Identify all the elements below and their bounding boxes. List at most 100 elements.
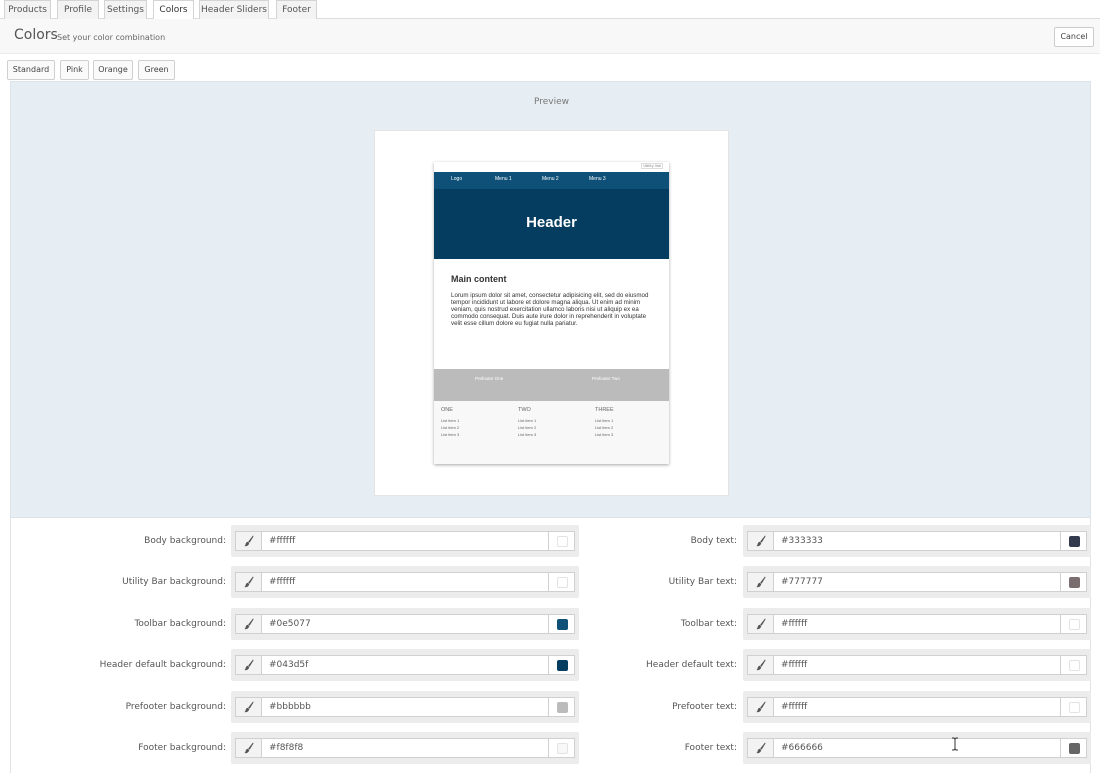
color-swatch-button[interactable] (1061, 572, 1087, 592)
tab-settings[interactable]: Settings (104, 0, 147, 19)
brush-icon (756, 701, 766, 713)
brush-icon (244, 618, 254, 630)
prefooter-background-input[interactable]: #bbbbbb (261, 697, 549, 717)
prefooter-background-field: #bbbbbb (231, 691, 579, 723)
tab-profile[interactable]: Profile (57, 0, 99, 19)
brush-button[interactable] (235, 572, 261, 592)
color-swatch (1069, 536, 1080, 547)
tab-products[interactable]: Products (4, 0, 51, 19)
utility-bar-text-label: Utility Bar text: (668, 577, 737, 587)
page-title: Colors (14, 27, 58, 43)
mock-page: Utility link Logo Menu 1 Menu 2 Menu 3 H… (434, 162, 669, 464)
color-swatch (1069, 702, 1080, 713)
header-default-background-input[interactable]: #043d5f (261, 655, 549, 675)
toolbar-text-field: #ffffff (743, 608, 1091, 640)
brush-button[interactable] (747, 738, 773, 758)
color-swatch (1069, 660, 1080, 671)
color-settings-panel: Body background: #ffffff Body text: #333… (10, 518, 1091, 773)
page-subtitle: Set your color combination (57, 33, 166, 42)
mock-footer-column-title: TWO (518, 407, 531, 413)
mock-footer-list-item: List item 1 (518, 418, 537, 423)
header-default-background-field: #043d5f (231, 649, 579, 681)
mock-footer-column: TWO List item 1 List item 2 List item 3 (518, 407, 588, 438)
mock-main-content: Main content Lorum ipsum dolor sit amet,… (434, 259, 669, 369)
preset-standard-button[interactable]: Standard (7, 60, 55, 80)
header-default-text-input[interactable]: #ffffff (773, 655, 1061, 675)
color-swatch-button[interactable] (1061, 655, 1087, 675)
mock-header-text: Header (526, 214, 577, 231)
utility-bar-background-label: Utility Bar background: (122, 577, 226, 587)
mock-footer-list-item: List item 2 (441, 425, 460, 430)
brush-button[interactable] (747, 531, 773, 551)
toolbar-background-input[interactable]: #0e5077 (261, 614, 549, 634)
tab-footer[interactable]: Footer (276, 0, 317, 19)
mock-header: Header (434, 189, 669, 259)
footer-text-field: #666666 (743, 732, 1091, 764)
utility-bar-background-input[interactable]: #ffffff (261, 572, 549, 592)
header-default-text-field: #ffffff (743, 649, 1091, 681)
utility-bar-text-input[interactable]: #777777 (773, 572, 1061, 592)
preview-label: Preview (533, 97, 570, 107)
brush-button[interactable] (747, 614, 773, 634)
mock-prefooter-two: Prefooter Two (592, 376, 620, 381)
preset-orange-button[interactable]: Orange (93, 60, 133, 80)
color-swatch-button[interactable] (1061, 697, 1087, 717)
brush-icon (244, 659, 254, 671)
footer-background-label: Footer background: (138, 743, 226, 753)
mock-logo: Logo (451, 176, 463, 182)
body-text-field: #333333 (743, 525, 1091, 557)
prefooter-background-label: Prefooter background: (125, 702, 226, 712)
mock-footer-column-title: ONE (441, 407, 453, 413)
mock-footer-list-item: List item 3 (595, 432, 614, 437)
page-header: Colors Set your color combination Cancel (0, 19, 1100, 54)
brush-button[interactable] (235, 697, 261, 717)
brush-button[interactable] (235, 738, 261, 758)
color-swatch-button[interactable] (1061, 531, 1087, 551)
mock-main-body: Lorum ipsum dolor sit amet, consectetur … (451, 292, 649, 327)
mock-footer-column: ONE List item 1 List item 2 List item 3 (441, 407, 511, 438)
prefooter-text-input[interactable]: #ffffff (773, 697, 1061, 717)
brush-button[interactable] (747, 655, 773, 675)
footer-text-input[interactable]: #666666 (773, 738, 1061, 758)
brush-button[interactable] (235, 655, 261, 675)
toolbar-text-label: Toolbar text: (680, 619, 737, 629)
brush-button[interactable] (235, 614, 261, 634)
brush-button[interactable] (747, 697, 773, 717)
body-background-input[interactable]: #ffffff (261, 531, 549, 551)
mock-main-title: Main content (451, 274, 507, 284)
body-text-label: Body text: (690, 536, 737, 546)
brush-icon (756, 576, 766, 588)
brush-button[interactable] (747, 572, 773, 592)
toolbar-text-input[interactable]: #ffffff (773, 614, 1061, 634)
brush-button[interactable] (235, 531, 261, 551)
brush-icon (244, 742, 254, 754)
body-text-input[interactable]: #333333 (773, 531, 1061, 551)
toolbar-background-label: Toolbar background: (134, 619, 226, 629)
footer-background-input[interactable]: #f8f8f8 (261, 738, 549, 758)
footer-background-field: #f8f8f8 (231, 732, 579, 764)
header-default-background-label: Header default background: (99, 660, 226, 670)
mock-utility-link: Utility link (641, 163, 663, 169)
cancel-button[interactable]: Cancel (1054, 27, 1094, 47)
mock-footer-list-item: List item 1 (441, 418, 460, 423)
color-swatch (1069, 743, 1080, 754)
mock-footer-list-item: List item 2 (518, 425, 537, 430)
brush-icon (756, 659, 766, 671)
mock-footer-column-title: THREE (595, 407, 614, 413)
brush-icon (756, 535, 766, 547)
color-swatch-button[interactable] (1061, 738, 1087, 758)
body-background-field: #ffffff (231, 525, 579, 557)
mock-prefooter: Prefooter One Prefooter Two (434, 369, 669, 401)
tab-header-sliders[interactable]: Header Sliders (199, 0, 269, 19)
mock-footer-list-item: List item 1 (595, 418, 614, 423)
mock-utility-bar: Utility link (434, 162, 669, 172)
mock-menu-1: Menu 1 (495, 176, 512, 182)
toolbar-background-field: #0e5077 (231, 608, 579, 640)
preset-green-button[interactable]: Green (138, 60, 175, 80)
tab-colors[interactable]: Colors (153, 0, 194, 20)
preset-pink-button[interactable]: Pink (60, 60, 89, 80)
preview-area: Preview Utility link Logo Menu 1 Menu 2 … (10, 81, 1091, 518)
top-tab-bar: Products Profile Settings Colors Header … (0, 0, 1100, 20)
body-background-label: Body background: (144, 536, 226, 546)
color-swatch-button[interactable] (1061, 614, 1087, 634)
